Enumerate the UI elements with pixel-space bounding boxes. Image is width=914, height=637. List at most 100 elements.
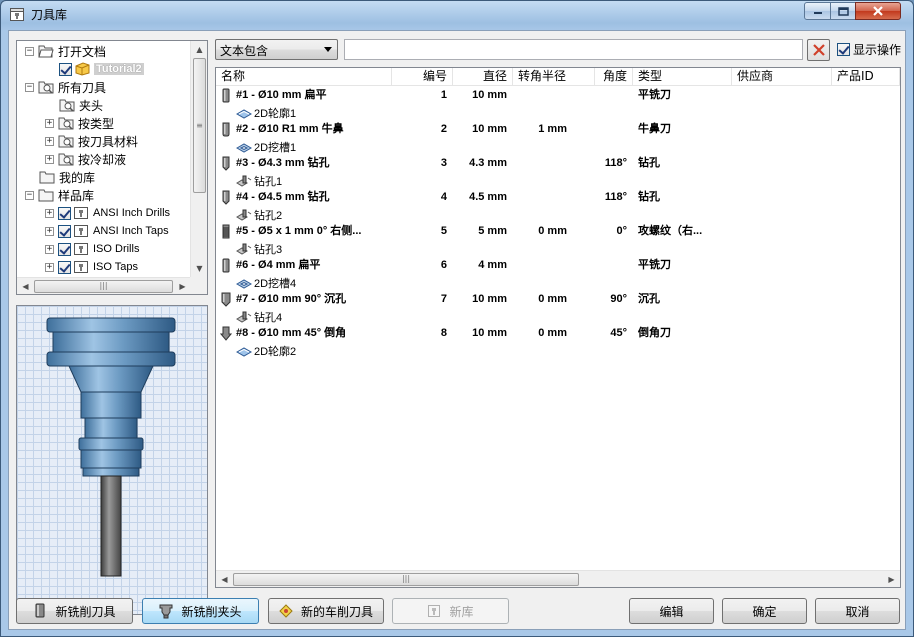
scroll-left-icon[interactable]: ◀ — [17, 278, 34, 294]
collapse-icon[interactable]: − — [25, 82, 34, 92]
scroll-right-icon[interactable]: ▶ — [174, 278, 191, 294]
list-horizontal-scrollbar[interactable]: ◀ ||| ▶ — [216, 570, 900, 587]
scroll-down-icon[interactable]: ▼ — [191, 260, 207, 277]
iso-taps-checkbox[interactable] — [58, 260, 71, 274]
tree-item-sample-library[interactable]: − 样品库 — [25, 186, 94, 204]
tree-hscroll-thumb[interactable]: ||| — [34, 280, 173, 293]
column-header-angle[interactable]: 角度 — [595, 68, 633, 86]
operation-row[interactable]: 钻孔2 — [216, 206, 900, 223]
maximize-button[interactable] — [830, 2, 856, 20]
column-header-diameter[interactable]: 直径 — [453, 68, 513, 86]
tree-item-iso-taps[interactable]: + ISO Taps — [45, 258, 138, 276]
tool-number-cell: 2 — [440, 123, 447, 135]
operation-row[interactable]: 2D轮廓2 — [216, 342, 900, 359]
edit-button[interactable]: 编辑 — [629, 598, 714, 624]
new-mill-tool-button[interactable]: 新铣削刀具 — [16, 598, 133, 624]
tree-item-ansi-inch-taps[interactable]: + ANSI Inch Taps — [45, 222, 169, 240]
tree-item-by-type[interactable]: + 按类型 — [45, 114, 114, 132]
clear-filter-button[interactable] — [807, 39, 830, 61]
column-header-vendor[interactable]: 供应商 — [732, 68, 832, 86]
column-header-number[interactable]: 编号 — [392, 68, 453, 86]
tree-vscroll-thumb[interactable]: ≡ — [193, 58, 206, 193]
scroll-left-icon[interactable]: ◀ — [216, 571, 233, 587]
expand-icon[interactable]: + — [45, 208, 54, 218]
operation-row[interactable]: 钻孔4 — [216, 308, 900, 325]
tree-item-tutorial2[interactable]: Tutorial2 — [59, 60, 144, 78]
ansi-inch-drills-checkbox[interactable] — [58, 206, 71, 220]
tree-horizontal-scrollbar[interactable]: ◀ ||| ▶ — [17, 277, 191, 294]
tree-item-label: ANSI Inch Drills — [93, 207, 171, 219]
tool-number-cell: 5 — [440, 225, 447, 237]
tool-angle-cell: 0° — [616, 225, 627, 237]
tool-row[interactable]: #6 - Ø4 mm 扁平 6 4 mm 平铣刀 — [216, 257, 900, 274]
filter-mode-select[interactable]: 文本包含 — [215, 39, 338, 60]
folder-icon — [39, 171, 55, 184]
title-bar[interactable]: 刀具库 — [1, 1, 913, 27]
expand-icon[interactable]: + — [45, 136, 54, 146]
tree-item-label: ANSI Inch Taps — [93, 225, 169, 237]
tree-item-by-coolant[interactable]: + 按冷却液 — [45, 150, 126, 168]
ok-label: 确定 — [752, 604, 777, 619]
search-input[interactable] — [344, 39, 803, 60]
tool-list[interactable]: 名称 编号 直径 转角半径 角度 类型 供应商 产品ID #1 - Ø10 mm… — [215, 67, 901, 588]
tree-item-label: ISO Drills — [93, 243, 140, 255]
show-operations-toggle[interactable]: 显示操作 — [837, 41, 901, 58]
ansi-inch-taps-checkbox[interactable] — [58, 224, 71, 238]
tool-type-cell: 平铣刀 — [638, 89, 671, 101]
show-operations-checkbox[interactable] — [837, 43, 850, 56]
new-turn-tool-button[interactable]: 新的车削刀具 — [268, 598, 384, 624]
list-hscroll-thumb[interactable]: ||| — [233, 573, 579, 586]
tool-row[interactable]: #8 - Ø10 mm 45° 倒角 8 10 mm 0 mm 45° 倒角刀 — [216, 325, 900, 342]
operation-row[interactable]: 2D轮廓1 — [216, 104, 900, 121]
tool-row[interactable]: #2 - Ø10 R1 mm 牛鼻 2 10 mm 1 mm 牛鼻刀 — [216, 121, 900, 138]
expand-icon[interactable]: + — [45, 226, 54, 236]
new-mill-holder-button[interactable]: 新铣削夹头 — [142, 598, 259, 624]
close-window-button[interactable] — [855, 2, 901, 20]
tree-item-my-library[interactable]: 我的库 — [39, 168, 95, 186]
library-tree[interactable]: − 打开文档 Tutorial2 − 所有刀具 夹头 + 按类型 + 按刀具材料… — [16, 40, 208, 295]
tree-item-holders[interactable]: 夹头 — [59, 96, 103, 114]
tool-row[interactable]: #7 - Ø10 mm 90° 沉孔 7 10 mm 0 mm 90° 沉孔 — [216, 291, 900, 308]
tool-name: #7 - Ø10 mm 90° 沉孔 — [236, 293, 347, 305]
column-header-name[interactable]: 名称 — [216, 68, 392, 86]
tool-list-header: 名称 编号 直径 转角半径 角度 类型 供应商 产品ID — [216, 68, 900, 86]
expand-icon[interactable]: + — [45, 118, 54, 128]
expand-icon[interactable]: + — [45, 154, 54, 164]
minimize-button[interactable] — [804, 2, 831, 20]
show-operations-label: 显示操作 — [853, 43, 902, 57]
scroll-up-icon[interactable]: ▲ — [191, 41, 207, 58]
column-header-corner-radius[interactable]: 转角半径 — [513, 68, 595, 86]
collapse-icon[interactable]: − — [25, 46, 34, 56]
tree-item-ansi-inch-drills[interactable]: + ANSI Inch Drills — [45, 204, 170, 222]
operation-row[interactable]: 钻孔1 — [216, 172, 900, 189]
ok-button[interactable]: 确定 — [722, 598, 807, 624]
tool-row[interactable]: #5 - Ø5 x 1 mm 0° 右侧... 5 5 mm 0 mm 0° 攻螺纹（右.… — [216, 223, 900, 240]
expand-icon[interactable]: + — [45, 244, 54, 254]
tree-item-by-material[interactable]: + 按刀具材料 — [45, 132, 138, 150]
collapse-icon[interactable]: − — [25, 190, 34, 200]
column-header-product-id[interactable]: 产品ID — [832, 68, 900, 86]
operation-row[interactable]: 2D挖槽1 — [216, 138, 900, 155]
operation-row[interactable]: 钻孔3 — [216, 240, 900, 257]
cancel-button[interactable]: 取消 — [815, 598, 900, 624]
tree-item-open-documents[interactable]: − 打开文档 — [25, 42, 106, 60]
scroll-right-icon[interactable]: ▶ — [883, 571, 900, 587]
operation-row[interactable]: 2D挖槽4 — [216, 274, 900, 291]
tool-number-cell: 6 — [440, 259, 447, 271]
new-library-button[interactable]: 新库 — [392, 598, 509, 624]
column-header-type[interactable]: 类型 — [633, 68, 732, 86]
tree-item-label: 按冷却液 — [78, 152, 127, 167]
tool-row[interactable]: #1 - Ø10 mm 扁平 1 10 mm 平铣刀 — [216, 87, 900, 104]
tool-preview[interactable] — [16, 305, 208, 615]
expand-icon[interactable]: + — [45, 262, 54, 272]
tree-item-all-tools[interactable]: − 所有刀具 — [25, 78, 106, 96]
tree-vertical-scrollbar[interactable]: ▲ ≡ ▼ — [190, 41, 207, 277]
countersink-icon — [221, 292, 231, 307]
dialog-client: − 打开文档 Tutorial2 − 所有刀具 夹头 + 按类型 + 按刀具材料… — [8, 30, 906, 630]
tool-row[interactable]: #4 - Ø4.5 mm 钻孔 4 4.5 mm 118° 钻孔 — [216, 189, 900, 206]
tool-type-cell: 钻孔 — [638, 157, 660, 169]
tool-row[interactable]: #3 - Ø4.3 mm 钻孔 3 4.3 mm 118° 钻孔 — [216, 155, 900, 172]
tree-item-iso-drills[interactable]: + ISO Drills — [45, 240, 139, 258]
tutorial2-checkbox[interactable] — [59, 62, 72, 76]
iso-drills-checkbox[interactable] — [58, 242, 71, 256]
